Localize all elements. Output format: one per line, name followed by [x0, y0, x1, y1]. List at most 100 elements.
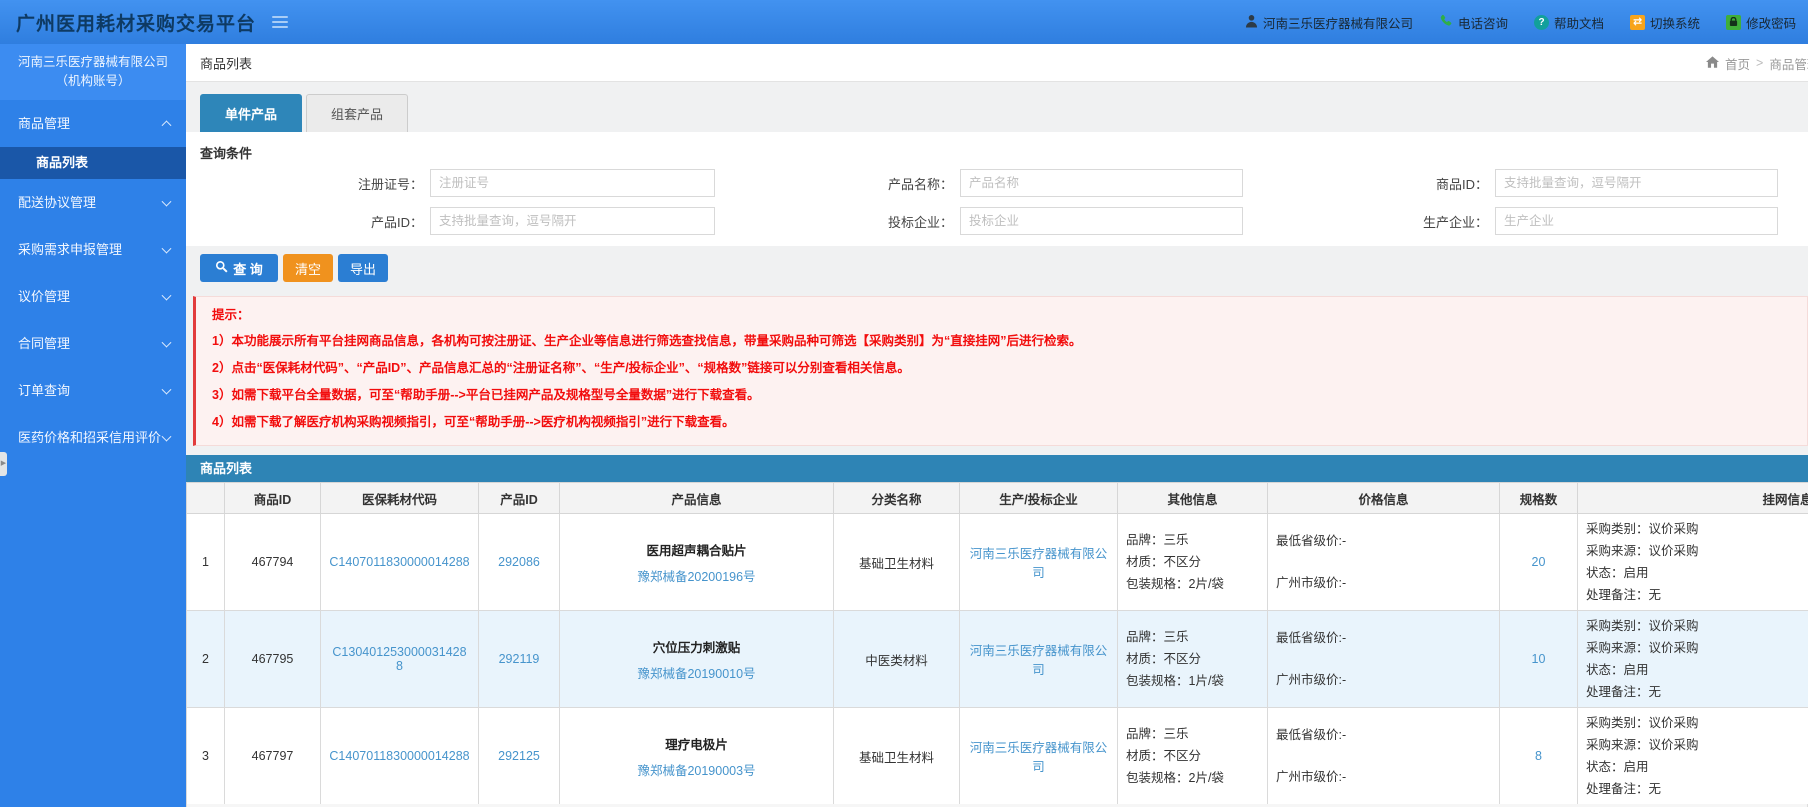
insurance-code-link[interactable]: C1407011830000014288	[329, 555, 469, 569]
sidebar-item-delivery-agreement[interactable]: 配送协议管理	[0, 179, 186, 226]
chevron-down-icon	[161, 290, 172, 301]
chevron-up-icon	[161, 119, 172, 130]
spec-count-link[interactable]: 8	[1535, 749, 1542, 763]
page-header: 商品列表 首页 > 商品管理	[186, 44, 1808, 82]
chevron-down-icon	[161, 337, 172, 348]
col-listing-info: 挂网信息	[1577, 482, 1808, 514]
product-id-link[interactable]: 292119	[499, 652, 540, 666]
package-spec: 包装规格：2片/袋	[1126, 577, 1224, 591]
query-row-1: 注册证号： 产品名称： 商品ID：	[186, 169, 1808, 197]
main-content: 商品列表 首页 > 商品管理 单件产品 组套产品 查询条件 注册证号： 产品名称…	[186, 44, 1808, 807]
query-panel: 查询条件 注册证号： 产品名称： 商品ID： 产品ID： 投标企业： 生产企业：	[186, 132, 1808, 246]
sidebar-collapse-handle[interactable]: ▶	[0, 452, 7, 476]
company-link[interactable]: 河南三乐医疗器械有限公司	[970, 741, 1108, 774]
manufacturer-input[interactable]	[1495, 207, 1778, 235]
sidebar-subitem-goods-list[interactable]: 商品列表	[0, 147, 186, 179]
col-category: 分类名称	[833, 482, 960, 514]
company-link[interactable]: 河南三乐医疗器械有限公司	[970, 547, 1108, 580]
tips-line-4: 4）如需下载了解医疗机构采购视频指引，可至“帮助手册-->医疗机构视频指引”进行…	[212, 415, 735, 429]
export-button[interactable]: 导出	[338, 254, 388, 282]
lock-icon	[1726, 14, 1742, 30]
company-link[interactable]: 河南三乐医疗器械有限公司	[970, 644, 1108, 677]
search-button[interactable]: 查 询	[200, 254, 278, 282]
sidebar-item-price-negotiation[interactable]: 议价管理	[0, 273, 186, 320]
clear-button[interactable]: 清空	[283, 254, 333, 282]
product-id-label: 产品ID：	[370, 214, 423, 230]
change-password-link[interactable]: 修改密码	[1726, 13, 1796, 32]
phone-consult-link[interactable]: 电话咨询	[1439, 13, 1508, 32]
goods-id: 467797	[224, 707, 321, 805]
city-price: 广州市级价:-	[1276, 576, 1347, 590]
registration-no-link[interactable]: 豫郑械备20190010号	[637, 667, 755, 681]
sidebar-item-order-query[interactable]: 订单查询	[0, 367, 186, 414]
sidebar-item-procurement-demand[interactable]: 采购需求申报管理	[0, 226, 186, 273]
product-id-input[interactable]	[430, 207, 715, 235]
top-header: 广州医用耗材采购交易平台 河南三乐医疗器械有限公司 电话咨询 ? 帮助文档 ⇄ …	[0, 0, 1808, 44]
insurance-code-link[interactable]: C1407011830000014288	[329, 749, 469, 763]
sidebar-item-credit-evaluation[interactable]: 医药价格和招采信用评价	[0, 414, 186, 461]
product-id-link[interactable]: 292086	[498, 555, 540, 569]
product-name: 医用超声耦合贴片	[646, 543, 747, 558]
insurance-code-link[interactable]: C1304012530000314288	[332, 645, 466, 673]
purchase-type: 采购类别：议价采购	[1586, 716, 1699, 730]
tips-line-2: 2）点击“医保耗材代码”、“产品ID”、产品信息汇总的“注册证名称”、“生产/投…	[212, 361, 910, 375]
product-id-link[interactable]: 292125	[498, 749, 540, 763]
status: 状态：启用	[1586, 760, 1649, 774]
tab-single-product[interactable]: 单件产品	[200, 94, 302, 132]
bidding-company-input[interactable]	[960, 207, 1243, 235]
goods-id-input[interactable]	[1495, 169, 1778, 197]
col-company: 生产/投标企业	[959, 482, 1118, 514]
action-buttons: 查 询 清空 导出	[200, 254, 1808, 282]
spec-count-link[interactable]: 10	[1532, 652, 1546, 666]
reg-no-input[interactable]	[430, 169, 715, 197]
purchase-type: 采购类别：议价采购	[1586, 522, 1699, 536]
help-doc-link[interactable]: ? 帮助文档	[1534, 13, 1604, 32]
tab-suite-product[interactable]: 组套产品	[306, 94, 408, 132]
org-name: 河南三乐医疗器械有限公司	[17, 55, 168, 69]
status: 状态：启用	[1586, 566, 1649, 580]
help-icon: ?	[1534, 14, 1550, 30]
city-price: 广州市级价:-	[1276, 673, 1347, 687]
goods-table-wrap: 商品ID 医保耗材代码 产品ID 产品信息 分类名称 生产/投标企业 其他信息 …	[186, 482, 1808, 805]
col-goods-id: 商品ID	[224, 482, 321, 514]
table-row: 2 467795 C1304012530000314288 292119 穴位压…	[186, 610, 1808, 708]
account-label: 河南三乐医疗器械有限公司	[1263, 16, 1414, 31]
purchase-source: 采购来源：议价采购	[1586, 544, 1699, 558]
switch-system-link[interactable]: ⇄ 切换系统	[1630, 13, 1700, 32]
sidebar-item-goods-management[interactable]: 商品管理	[0, 100, 186, 147]
product-name: 理疗电极片	[665, 737, 728, 752]
brand: 品牌：三乐	[1126, 630, 1189, 644]
product-name: 穴位压力刺激贴	[652, 640, 741, 655]
org-account-block: 河南三乐医疗器械有限公司 （机构账号）	[0, 44, 186, 100]
package-spec: 包装规格：1片/袋	[1126, 674, 1224, 688]
registration-no-link[interactable]: 豫郑械备20190003号	[637, 764, 755, 778]
product-name-input[interactable]	[960, 169, 1243, 197]
tips-title: 提示：	[212, 308, 250, 322]
category: 中医类材料	[833, 610, 960, 708]
remark: 处理备注：无	[1586, 685, 1662, 699]
breadcrumb-current: 商品管理	[1769, 57, 1808, 72]
sidebar-item-contract-management[interactable]: 合同管理	[0, 320, 186, 367]
spec-count-link[interactable]: 20	[1532, 555, 1546, 569]
search-button-label: 查 询	[233, 261, 263, 277]
breadcrumb-home[interactable]: 首页	[1725, 54, 1750, 73]
purchase-source: 采购来源：议价采购	[1586, 738, 1699, 752]
goods-id: 467794	[224, 513, 321, 611]
row-index: 1	[186, 513, 225, 611]
reg-no-label: 注册证号：	[357, 176, 423, 192]
tips-line-3: 3）如需下载平台全量数据，可至“帮助手册-->平台已挂网产品及规格型号全量数据”…	[212, 388, 760, 402]
user-icon	[1245, 14, 1258, 31]
material: 材质：不区分	[1126, 749, 1202, 763]
registration-no-link[interactable]: 豫郑械备20200196号	[637, 570, 755, 584]
page-title: 商品列表	[200, 56, 253, 71]
menu-toggle-icon[interactable]	[272, 16, 289, 28]
table-row: 3 467797 C1407011830000014288 292125 理疗电…	[186, 707, 1808, 805]
package-spec: 包装规格：2片/袋	[1126, 771, 1224, 785]
current-account[interactable]: 河南三乐医疗器械有限公司	[1245, 13, 1413, 32]
table-row: 1 467794 C1407011830000014288 292086 医用超…	[186, 513, 1808, 611]
row-index: 3	[186, 707, 225, 805]
query-row-2: 产品ID： 投标企业： 生产企业：	[186, 207, 1808, 235]
province-price: 最低省级价:-	[1276, 631, 1347, 645]
col-insurance-code: 医保耗材代码	[320, 482, 479, 514]
app-title: 广州医用耗材采购交易平台	[16, 13, 257, 35]
